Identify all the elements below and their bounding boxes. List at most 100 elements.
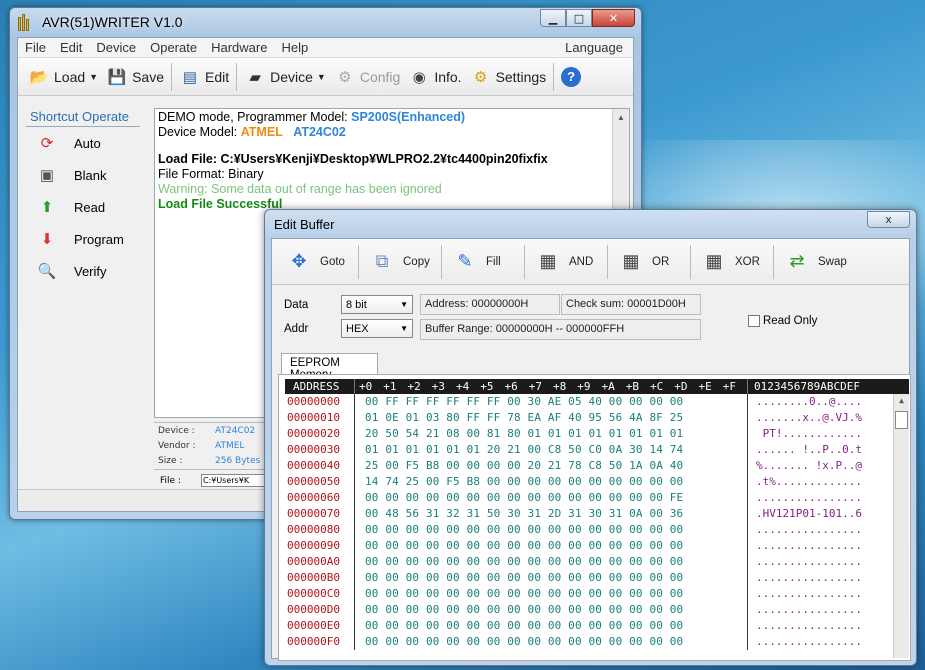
hex-row-bytes[interactable]: 00 00 00 00 00 00 00 00 00 00 00 00 00 0…: [355, 618, 748, 634]
menu-language[interactable]: Language: [558, 40, 633, 55]
hex-row-bytes[interactable]: 00 48 56 31 32 31 50 30 31 2D 31 30 31 0…: [355, 506, 748, 522]
hex-row-bytes[interactable]: 00 00 00 00 00 00 00 00 00 00 00 00 00 0…: [355, 634, 748, 650]
hex-row-ascii[interactable]: ................: [748, 522, 862, 538]
hex-row[interactable]: 00000000 00 FF FF FF FF FF FF 00 30 AE 05…: [285, 394, 891, 410]
main-titlebar[interactable]: AVR(51)WRITER V1.0 ▁ □ ✕: [10, 8, 641, 36]
hex-row-ascii[interactable]: .HV121P01-101..6: [748, 506, 862, 522]
hex-row[interactable]: 00000050 14 74 25 00 F5 B8 00 00 00 00 00…: [285, 474, 891, 490]
hex-row[interactable]: 00000060 00 00 00 00 00 00 00 00 00 00 00…: [285, 490, 891, 506]
and-button[interactable]: ▦ AND: [525, 244, 607, 280]
read-only-checkbox[interactable]: Read Only: [748, 315, 817, 327]
hex-row-bytes[interactable]: 00 00 00 00 00 00 00 00 00 00 00 00 00 0…: [355, 554, 748, 570]
edit-button[interactable]: ▤ Edit: [175, 62, 233, 92]
hex-row[interactable]: 00000010 01 0E 01 03 80 FF FF 78 EA AF 40…: [285, 410, 891, 426]
scroll-thumb[interactable]: [895, 411, 908, 429]
hex-row[interactable]: 000000E0 00 00 00 00 00 00 00 00 00 00 00…: [285, 618, 891, 634]
hex-row-ascii[interactable]: ................: [748, 538, 862, 554]
shortcut-verify[interactable]: 🔍 Verify: [22, 255, 148, 287]
checkbox-box[interactable]: [748, 315, 760, 327]
shortcut-program[interactable]: ⬇ Program: [22, 223, 148, 255]
close-button[interactable]: ✕: [592, 9, 635, 27]
shortcut-auto[interactable]: ⟳ Auto: [22, 127, 148, 159]
hex-row-bytes[interactable]: 01 01 01 01 01 01 20 21 00 C8 50 C0 0A 3…: [355, 442, 748, 458]
fill-button[interactable]: ✎ Fill: [442, 244, 524, 280]
scroll-up-arrow-icon[interactable]: ▲: [894, 394, 909, 408]
shortcut-blank[interactable]: ▣ Blank: [22, 159, 148, 191]
file-path-field[interactable]: C:¥Users¥K: [200, 474, 271, 487]
hex-row-bytes[interactable]: 20 50 54 21 08 00 81 80 01 01 01 01 01 0…: [355, 426, 748, 442]
hex-scrollbar[interactable]: ▲: [893, 394, 909, 658]
hex-row-ascii[interactable]: ................: [748, 618, 862, 634]
hex-row-ascii[interactable]: ................: [748, 634, 862, 650]
move-arrows-icon: ✥: [291, 251, 307, 271]
hex-row-ascii[interactable]: ................: [748, 570, 862, 586]
hex-row-ascii[interactable]: ................: [748, 602, 862, 618]
hex-row[interactable]: 000000B0 00 00 00 00 00 00 00 00 00 00 00…: [285, 570, 891, 586]
copy-button[interactable]: ⧉ Copy: [359, 244, 441, 280]
hex-row-bytes[interactable]: 00 00 00 00 00 00 00 00 00 00 00 00 00 0…: [355, 490, 748, 506]
config-button[interactable]: ⚙ Config: [330, 62, 404, 92]
info-button[interactable]: ◉ Info.: [404, 62, 465, 92]
app-logo-icon: [18, 13, 36, 31]
hex-row[interactable]: 000000A0 00 00 00 00 00 00 00 00 00 00 00…: [285, 554, 891, 570]
hex-row-ascii[interactable]: PT!............: [748, 426, 862, 442]
addr-format-select[interactable]: HEX ▼: [341, 319, 413, 338]
settings-button[interactable]: ⚙ Settings: [466, 62, 551, 92]
maximize-button[interactable]: □: [566, 9, 592, 27]
hex-row-bytes[interactable]: 00 00 00 00 00 00 00 00 00 00 00 00 00 0…: [355, 522, 748, 538]
device-label: Device: [270, 68, 313, 85]
shortcut-read[interactable]: ⬆ Read: [22, 191, 148, 223]
xor-button[interactable]: ▦ XOR: [691, 244, 773, 280]
hex-grid[interactable]: ADDRESS +0 +1 +2 +3 +4 +5 +6 +7 +8 +9 +A +B +C +D +E +F…: [285, 379, 909, 658]
hex-row-ascii[interactable]: ................: [748, 586, 862, 602]
help-button[interactable]: ?: [557, 62, 585, 92]
menu-operate[interactable]: Operate: [143, 40, 204, 55]
hex-row[interactable]: 000000F0 00 00 00 00 00 00 00 00 00 00 00…: [285, 634, 891, 650]
hex-row-ascii[interactable]: .......x..@.VJ.%: [748, 410, 862, 426]
hex-row-address: 00000060: [285, 490, 355, 506]
load-button[interactable]: 📂 Load: [24, 62, 89, 92]
hex-row-ascii[interactable]: .t%.............: [748, 474, 862, 490]
hex-row[interactable]: 00000080 00 00 00 00 00 00 00 00 00 00 00…: [285, 522, 891, 538]
hex-row-bytes[interactable]: 00 FF FF FF FF FF FF 00 30 AE 05 40 00 0…: [355, 394, 748, 410]
goto-button[interactable]: ✥ Goto: [276, 244, 358, 280]
minimize-button[interactable]: ▁: [540, 9, 566, 27]
edit-buffer-close-button[interactable]: x: [867, 211, 910, 228]
hex-row-bytes[interactable]: 14 74 25 00 F5 B8 00 00 00 00 00 00 00 0…: [355, 474, 748, 490]
device-button[interactable]: ▰ Device: [240, 62, 317, 92]
hex-row-ascii[interactable]: %....... !x.P..@: [748, 458, 862, 474]
or-button[interactable]: ▦ OR: [608, 244, 690, 280]
hex-row[interactable]: 000000D0 00 00 00 00 00 00 00 00 00 00 00…: [285, 602, 891, 618]
scroll-up-arrow-icon[interactable]: ▲: [613, 109, 629, 126]
device-dropdown-arrow-icon[interactable]: ▼: [317, 72, 326, 82]
hex-row-ascii[interactable]: ...... !..P..0.t: [748, 442, 862, 458]
hex-row[interactable]: 00000020 20 50 54 21 08 00 81 80 01 01 01…: [285, 426, 891, 442]
data-width-select[interactable]: 8 bit ▼: [341, 295, 413, 314]
menu-device[interactable]: Device: [89, 40, 143, 55]
hex-row-bytes[interactable]: 00 00 00 00 00 00 00 00 00 00 00 00 00 0…: [355, 570, 748, 586]
hex-row[interactable]: 00000070 00 48 56 31 32 31 50 30 31 2D 31…: [285, 506, 891, 522]
menu-hardware[interactable]: Hardware: [204, 40, 274, 55]
menu-edit[interactable]: Edit: [53, 40, 89, 55]
hex-col-header: +1: [383, 380, 397, 393]
menu-help[interactable]: Help: [274, 40, 315, 55]
hex-row-bytes[interactable]: 00 00 00 00 00 00 00 00 00 00 00 00 00 0…: [355, 602, 748, 618]
hex-row[interactable]: 00000090 00 00 00 00 00 00 00 00 00 00 00…: [285, 538, 891, 554]
swap-button[interactable]: ⇄ Swap: [774, 244, 856, 280]
tab-eeprom-memory[interactable]: EEPROM Memory: [281, 353, 378, 381]
hex-row-bytes[interactable]: 01 0E 01 03 80 FF FF 78 EA AF 40 95 56 4…: [355, 410, 748, 426]
hex-row-bytes[interactable]: 00 00 00 00 00 00 00 00 00 00 00 00 00 0…: [355, 586, 748, 602]
hex-row-ascii[interactable]: ........0..@....: [748, 394, 862, 410]
hex-row-ascii[interactable]: ................: [748, 490, 862, 506]
hex-row[interactable]: 00000030 01 01 01 01 01 01 20 21 00 C8 50…: [285, 442, 891, 458]
edit-buffer-toolbar: ✥ Goto ⧉ Copy ✎ Fill ▦ AND ▦ OR ▦ XOR ⇄ Swap: [272, 239, 909, 285]
hex-row-bytes[interactable]: 00 00 00 00 00 00 00 00 00 00 00 00 00 0…: [355, 538, 748, 554]
save-button[interactable]: 💾 Save: [102, 62, 168, 92]
load-dropdown-arrow-icon[interactable]: ▼: [89, 72, 98, 82]
hex-row[interactable]: 00000040 25 00 F5 B8 00 00 00 00 20 21 78…: [285, 458, 891, 474]
toolbar-separator: [171, 62, 172, 91]
menu-file[interactable]: File: [18, 40, 53, 55]
hex-row-bytes[interactable]: 25 00 F5 B8 00 00 00 00 20 21 78 C8 50 1…: [355, 458, 748, 474]
hex-row-ascii[interactable]: ................: [748, 554, 862, 570]
hex-row[interactable]: 000000C0 00 00 00 00 00 00 00 00 00 00 00…: [285, 586, 891, 602]
